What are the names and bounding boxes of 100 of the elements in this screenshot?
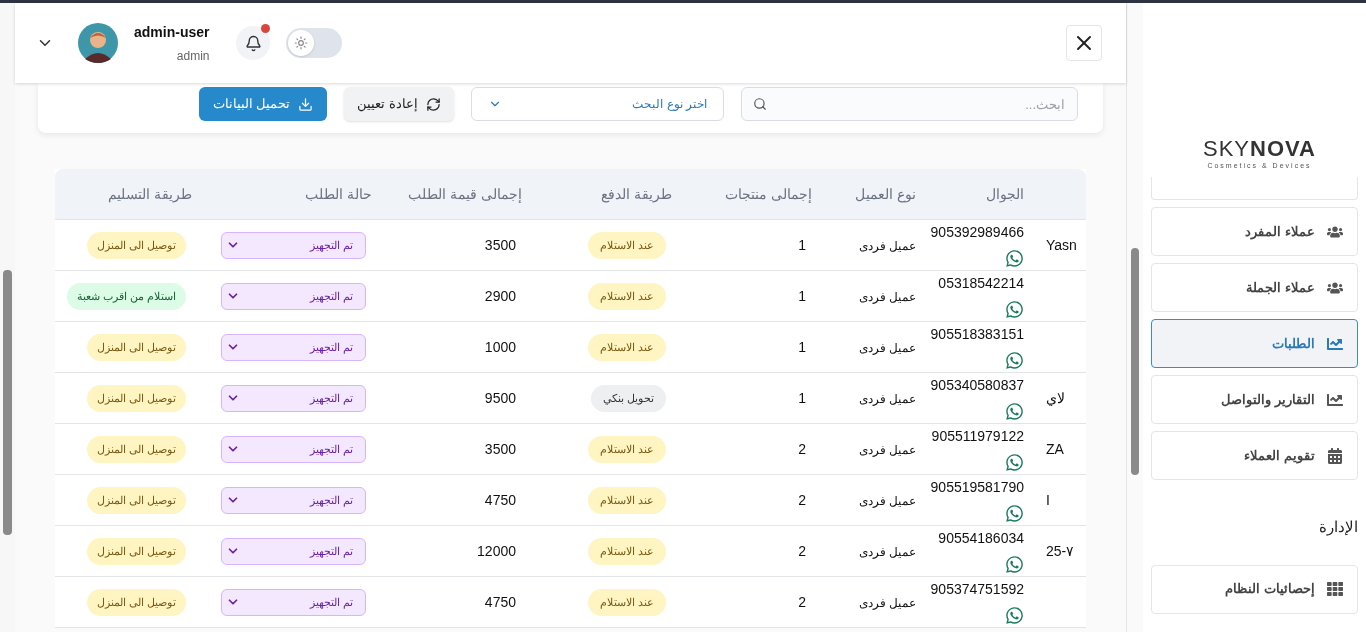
nav-icon: [1327, 335, 1343, 352]
nav-item[interactable]: عملاء الجملة: [1150, 263, 1358, 312]
nav-icon: [1327, 391, 1343, 408]
refresh-icon: [425, 96, 441, 112]
delivery-badge: توصيل الى المنزل: [86, 384, 186, 412]
nav-icon: [1327, 581, 1343, 597]
user-name: admin-user: [134, 22, 210, 42]
column-header: نوع العميل: [855, 186, 916, 202]
delivery-badge: توصيل الى المنزل: [86, 486, 186, 514]
download-icon: [298, 96, 314, 112]
nav-item[interactable]: إحصائيات النظام: [1150, 564, 1358, 614]
phone-number: 905511979122: [931, 427, 1024, 446]
status-select[interactable]: تم التجهيز: [221, 333, 366, 361]
nav-item[interactable]: الطلبات: [1150, 319, 1358, 368]
products-total: 1: [798, 288, 806, 304]
order-total: 2900: [484, 288, 516, 304]
products-total: 1: [798, 237, 806, 253]
download-button[interactable]: تحميل البيانات: [199, 87, 327, 121]
customer-type: عميل فردى: [858, 290, 916, 304]
nav-item[interactable]: تقويم العملاء: [1150, 431, 1358, 480]
phone-number: 05318542214: [938, 274, 1024, 293]
whatsapp-icon[interactable]: [1005, 453, 1024, 472]
order-total: 12000: [477, 543, 516, 559]
search-type-select[interactable]: اختر نوع البحث: [471, 87, 724, 121]
delivery-badge: استلام من اقرب شعبة: [66, 282, 186, 310]
payment-badge: عند الاستلام: [587, 231, 666, 259]
reset-button[interactable]: إعادة تعيين: [344, 87, 454, 121]
delivery-badge: توصيل الى المنزل: [86, 588, 186, 616]
column-header: طريقة الدفع: [601, 186, 672, 202]
products-total: 2: [798, 594, 806, 610]
payment-badge: عند الاستلام: [587, 588, 666, 616]
whatsapp-icon[interactable]: [1005, 300, 1024, 319]
phone-number: 905392989466: [930, 223, 1024, 242]
status-select[interactable]: تم التجهيز: [221, 384, 366, 412]
column-header: إجمالى منتجات: [725, 186, 812, 202]
delivery-badge: توصيل الى المنزل: [86, 231, 186, 259]
delivery-badge: توصيل الى المنزل: [86, 333, 186, 361]
whatsapp-icon[interactable]: [1005, 606, 1024, 625]
products-total: 2: [798, 543, 806, 559]
whatsapp-icon[interactable]: [1005, 402, 1024, 421]
payment-badge: عند الاستلام: [587, 486, 666, 514]
customer-type: عميل فردى: [858, 596, 916, 610]
section-title: الإدارة: [1318, 517, 1358, 538]
bell-icon: [244, 34, 262, 52]
table-cell: I: [1046, 492, 1050, 508]
status-select[interactable]: تم التجهيز: [221, 282, 366, 310]
order-total: 3500: [484, 441, 516, 457]
customer-type: عميل فردى: [858, 392, 916, 406]
status-select[interactable]: تم التجهيز: [221, 231, 366, 259]
column-header: الجوال: [986, 186, 1024, 202]
whatsapp-icon[interactable]: [1005, 504, 1024, 523]
search-field[interactable]: ابحث...: [741, 87, 1078, 121]
table-cell: لاي: [1046, 390, 1065, 406]
products-total: 1: [798, 390, 806, 406]
brand-logo: SKYNOVA: [1203, 137, 1316, 161]
payment-badge: عند الاستلام: [587, 537, 666, 565]
customer-type: عميل فردى: [858, 341, 916, 355]
order-total: 1000: [484, 339, 516, 355]
payment-badge: عند الاستلام: [587, 333, 666, 361]
status-select[interactable]: تم التجهيز: [221, 588, 366, 616]
whatsapp-icon[interactable]: [1005, 351, 1024, 370]
delivery-badge: توصيل الى المنزل: [86, 435, 186, 463]
scrollbar-thumb[interactable]: [3, 270, 12, 535]
avatar-icon: [78, 23, 118, 63]
table-cell: ZA: [1046, 441, 1064, 457]
products-total: 2: [798, 492, 806, 508]
close-button[interactable]: [1066, 25, 1102, 61]
status-select[interactable]: تم التجهيز: [221, 435, 366, 463]
column-header: حالة الطلب: [305, 186, 372, 202]
delivery-badge: توصيل الى المنزل: [86, 537, 186, 565]
customer-type: عميل فردى: [858, 545, 916, 559]
nav-item[interactable]: التقارير والتواصل: [1150, 375, 1358, 424]
payment-badge: عند الاستلام: [587, 435, 666, 463]
order-total: 4750: [484, 594, 516, 610]
payment-badge: عند الاستلام: [587, 282, 666, 310]
theme-toggle[interactable]: [286, 28, 343, 58]
customer-type: عميل فردى: [858, 443, 916, 457]
nav-icon: [1327, 447, 1343, 464]
customer-type: عميل فردى: [858, 494, 916, 508]
payment-badge: تحويل بنكي: [590, 384, 666, 412]
column-header: إجمالى قيمة الطلب: [408, 186, 522, 202]
phone-number: 905518383151: [930, 325, 1024, 344]
order-total: 9500: [484, 390, 516, 406]
status-select[interactable]: تم التجهيز: [221, 537, 366, 565]
whatsapp-icon[interactable]: [1005, 555, 1024, 574]
sun-icon: [294, 36, 309, 50]
whatsapp-icon[interactable]: [1005, 249, 1024, 268]
column-header: طريقة التسليم: [108, 186, 192, 202]
nav-item[interactable]: عملاء المفرد: [1150, 207, 1358, 256]
products-total: 1: [798, 339, 806, 355]
customer-type: عميل فردى: [858, 239, 916, 253]
scrollbar-thumb[interactable]: [1131, 248, 1139, 475]
products-total: 2: [798, 441, 806, 457]
table-cell: 25-٧: [1046, 543, 1075, 559]
table-cell: Yasn: [1046, 237, 1077, 253]
phone-number: 905519581790: [930, 478, 1024, 497]
status-select[interactable]: تم التجهيز: [221, 486, 366, 514]
user-role: admin: [176, 47, 210, 65]
notification-button[interactable]: [236, 26, 271, 60]
order-total: 3500: [484, 237, 516, 253]
